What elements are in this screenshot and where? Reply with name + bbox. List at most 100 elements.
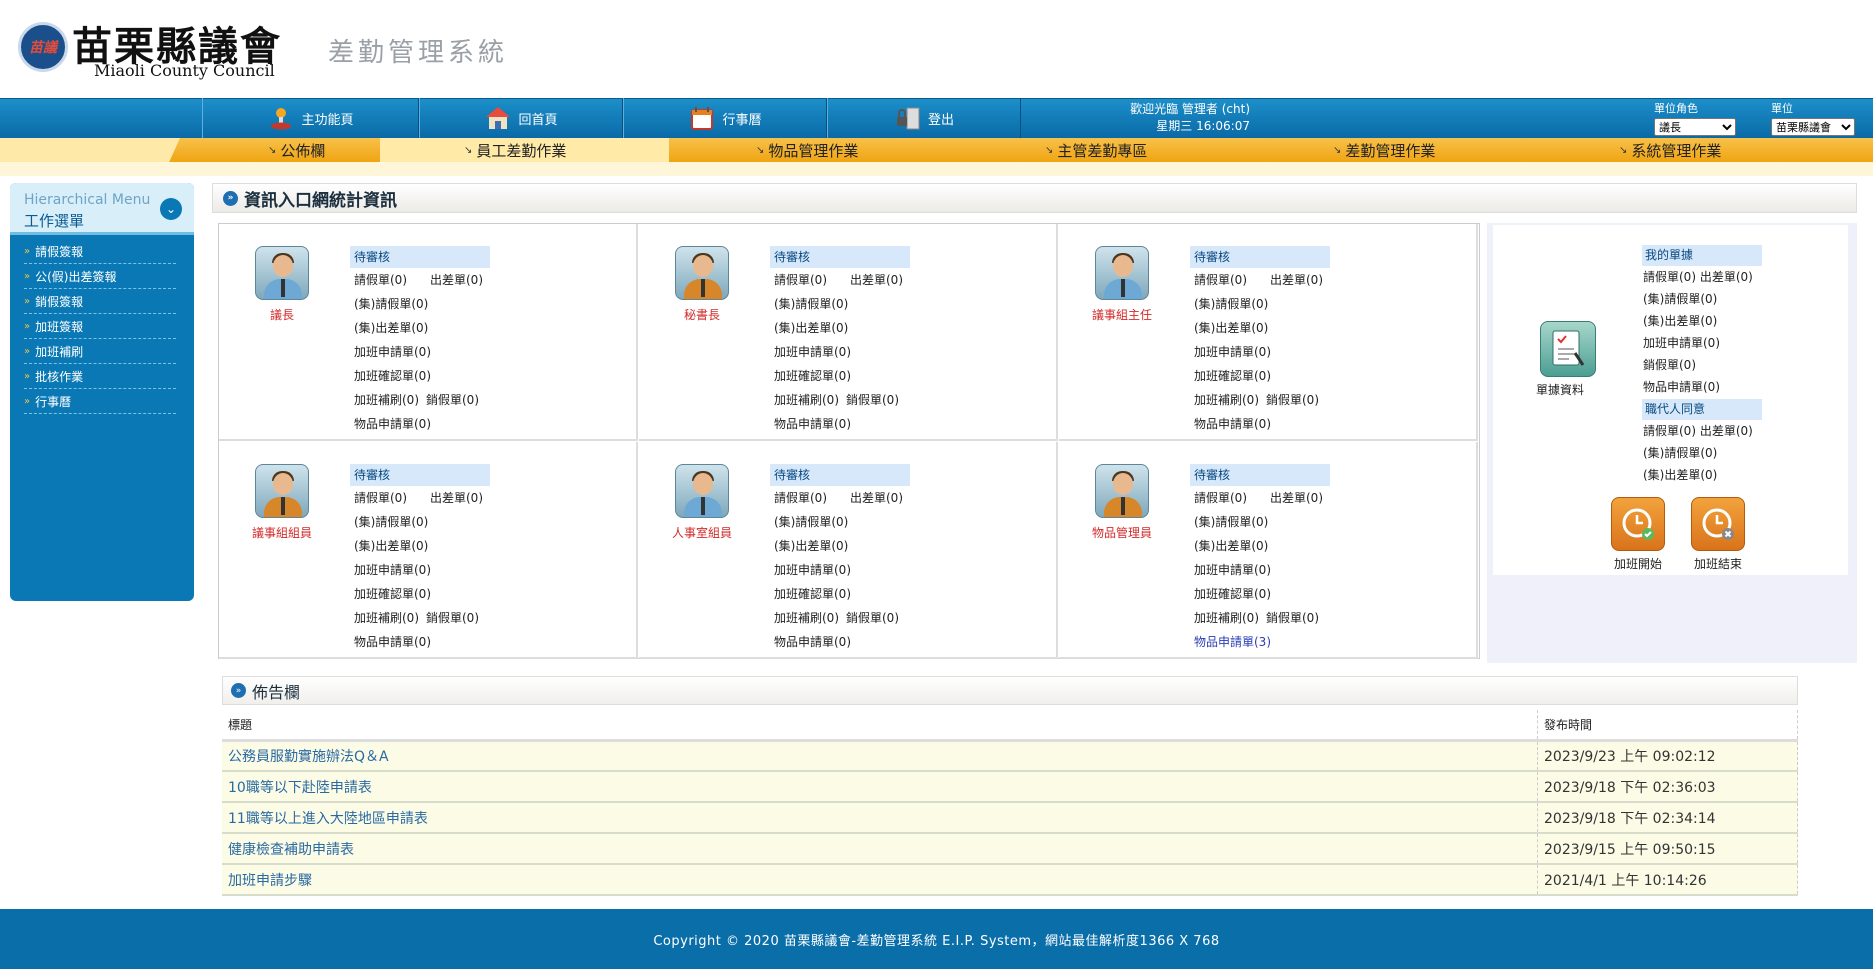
bulletin-link[interactable]: 加班申請步驟	[222, 864, 1538, 896]
pending-count-link[interactable]: (集)出差單(0)	[354, 539, 428, 553]
pending-count-link[interactable]: 出差單(0)	[1270, 486, 1323, 510]
pending-count-link[interactable]: 出差單(0)	[430, 486, 483, 510]
pending-count-link[interactable]: (集)出差單(0)	[774, 539, 848, 553]
pending-count-link[interactable]: (集)出差單(0)	[1194, 321, 1268, 335]
pending-count-link[interactable]: (集)出差單(0)	[354, 321, 428, 335]
pending-count-link[interactable]: 物品申請單(0)	[354, 635, 431, 649]
my-form-group-leave[interactable]: (集)請假單(0)	[1643, 288, 1717, 310]
pending-count-link[interactable]: 加班確認單(0)	[774, 587, 851, 601]
bulletin-link[interactable]: 10職等以下赴陸申請表	[222, 771, 1538, 803]
menu-attendance-management[interactable]: ↘ 差勤管理作業	[1333, 138, 1435, 162]
lock-door-icon	[894, 104, 922, 132]
pending-count-link[interactable]: 加班補刷(0)	[774, 611, 839, 625]
menu-employee-attendance[interactable]: ↘ 員工差勤作業	[380, 138, 669, 162]
my-form-leave-trip[interactable]: 請假單(0) 出差單(0)	[1643, 266, 1753, 288]
agent-form-leave-trip[interactable]: 請假單(0) 出差單(0)	[1643, 420, 1753, 442]
menu-goods-management[interactable]: ↘ 物品管理作業	[756, 138, 858, 162]
agent-form-group-leave[interactable]: (集)請假單(0)	[1643, 442, 1717, 464]
overtime-start-clock-icon[interactable]	[1611, 497, 1665, 551]
pending-count-link[interactable]: 加班申請單(0)	[354, 563, 431, 577]
pending-count-link[interactable]: 請假單(0)	[774, 491, 827, 505]
pending-count-link[interactable]: (集)請假單(0)	[354, 515, 428, 529]
my-form-cancel-leave[interactable]: 銷假單(0)	[1643, 354, 1696, 376]
bulletin-link[interactable]: 公務員服勤實施辦法Q＆A	[222, 740, 1538, 772]
nav-main-function[interactable]: 主功能頁	[202, 98, 419, 138]
sidebar-item-business-trip[interactable]: » 公(假)出差簽報	[24, 264, 176, 289]
pending-count-link[interactable]: 銷假單(0)	[1266, 606, 1319, 630]
pending-count-link[interactable]: 物品申請單(0)	[1194, 417, 1271, 431]
pending-count-link[interactable]: 物品申請單(0)	[354, 417, 431, 431]
document-icon[interactable]	[1540, 321, 1596, 377]
pending-count-link[interactable]: (集)請假單(0)	[1194, 515, 1268, 529]
pending-row: 加班確認單(0)	[350, 364, 490, 388]
pending-count-link[interactable]: 銷假單(0)	[426, 606, 479, 630]
nav-logout[interactable]: 登出	[827, 98, 1021, 138]
col-title-header: 標題	[222, 710, 1538, 742]
my-form-group-trip[interactable]: (集)出差單(0)	[1643, 310, 1717, 332]
pending-count-link[interactable]: 加班申請單(0)	[1194, 563, 1271, 577]
pending-count-link[interactable]: 加班確認單(0)	[354, 369, 431, 383]
sidebar-item-approval[interactable]: » 批核作業	[24, 364, 176, 389]
pending-count-link[interactable]: 出差單(0)	[850, 486, 903, 510]
bulletin-link[interactable]: 健康檢查補助申請表	[222, 833, 1538, 865]
pending-count-link[interactable]: 加班確認單(0)	[354, 587, 431, 601]
overtime-end-clock-icon[interactable]	[1691, 497, 1745, 551]
pending-count-link[interactable]: 銷假單(0)	[846, 606, 899, 630]
my-form-overtime[interactable]: 加班申請單(0)	[1643, 332, 1720, 354]
bulletin-header-row: 標題 發布時間	[222, 710, 1798, 742]
chevron-down-icon[interactable]: ⌄	[160, 198, 182, 220]
pending-count-link[interactable]: 物品申請單(3)	[1194, 635, 1271, 649]
pending-count-link[interactable]: 加班申請單(0)	[774, 345, 851, 359]
pending-count-link[interactable]: (集)請假單(0)	[1194, 297, 1268, 311]
pending-count-link[interactable]: 加班申請單(0)	[354, 345, 431, 359]
pending-count-link[interactable]: 物品申請單(0)	[774, 417, 851, 431]
menu-system-management[interactable]: ↘ 系統管理作業	[1619, 138, 1721, 162]
menu-bulletin[interactable]: ↘ 公佈欄	[268, 138, 325, 162]
unit-select[interactable]: 苗栗縣議會	[1771, 118, 1855, 136]
pending-count-link[interactable]: 請假單(0)	[354, 273, 407, 287]
unit-role-select[interactable]: 議長	[1654, 118, 1736, 136]
role-name: 議長	[269, 308, 294, 322]
my-form-goods[interactable]: 物品申請單(0)	[1643, 376, 1720, 398]
pending-count-link[interactable]: (集)請假單(0)	[774, 515, 848, 529]
pending-count-link[interactable]: 出差單(0)	[1270, 268, 1323, 292]
nav-home[interactable]: 回首頁	[419, 98, 623, 138]
pending-count-link[interactable]: 銷假單(0)	[426, 388, 479, 412]
sidebar-item-overtime-swipe[interactable]: » 加班補刷	[24, 339, 176, 364]
pending-row: 請假單(0) 出差單(0)	[350, 268, 490, 292]
bulletin-link[interactable]: 11職等以上進入大陸地區申請表	[222, 802, 1538, 834]
pending-count-link[interactable]: 出差單(0)	[850, 268, 903, 292]
pending-count-link[interactable]: 請假單(0)	[1194, 491, 1247, 505]
pending-count-link[interactable]: 請假單(0)	[354, 491, 407, 505]
pending-count-link[interactable]: (集)出差單(0)	[774, 321, 848, 335]
pending-count-link[interactable]: 加班申請單(0)	[1194, 345, 1271, 359]
pending-row: 加班補刷(0) 銷假單(0)	[770, 606, 910, 630]
pending-count-link[interactable]: (集)請假單(0)	[774, 297, 848, 311]
unit-label: 單位	[1771, 102, 1793, 115]
pending-count-link[interactable]: (集)請假單(0)	[354, 297, 428, 311]
pending-count-link[interactable]: 請假單(0)	[1194, 273, 1247, 287]
sidebar-item-cancel-leave[interactable]: » 銷假簽報	[24, 289, 176, 314]
pending-count-link[interactable]: 加班確認單(0)	[774, 369, 851, 383]
pending-count-link[interactable]: 加班補刷(0)	[1194, 393, 1259, 407]
pending-count-link[interactable]: 加班補刷(0)	[1194, 611, 1259, 625]
arrow-icon: ↘	[1333, 144, 1342, 156]
pending-count-link[interactable]: 請假單(0)	[774, 273, 827, 287]
pending-count-link[interactable]: (集)出差單(0)	[1194, 539, 1268, 553]
pending-count-link[interactable]: 出差單(0)	[430, 268, 483, 292]
nav-calendar[interactable]: 行事曆	[623, 98, 827, 138]
pending-count-link[interactable]: 加班申請單(0)	[774, 563, 851, 577]
pending-count-link[interactable]: 加班確認單(0)	[1194, 587, 1271, 601]
pending-count-link[interactable]: 物品申請單(0)	[774, 635, 851, 649]
pending-count-link[interactable]: 加班補刷(0)	[354, 611, 419, 625]
menu-supervisor-area[interactable]: ↘ 主管差勤專區	[1045, 138, 1147, 162]
sidebar-item-leave-report[interactable]: » 請假簽報	[24, 239, 176, 264]
pending-count-link[interactable]: 加班補刷(0)	[354, 393, 419, 407]
sidebar-item-calendar[interactable]: » 行事曆	[24, 389, 176, 414]
pending-count-link[interactable]: 加班補刷(0)	[774, 393, 839, 407]
pending-count-link[interactable]: 加班確認單(0)	[1194, 369, 1271, 383]
sidebar-item-overtime-report[interactable]: » 加班簽報	[24, 314, 176, 339]
pending-count-link[interactable]: 銷假單(0)	[1266, 388, 1319, 412]
agent-form-group-trip[interactable]: (集)出差單(0)	[1643, 464, 1717, 486]
pending-count-link[interactable]: 銷假單(0)	[846, 388, 899, 412]
